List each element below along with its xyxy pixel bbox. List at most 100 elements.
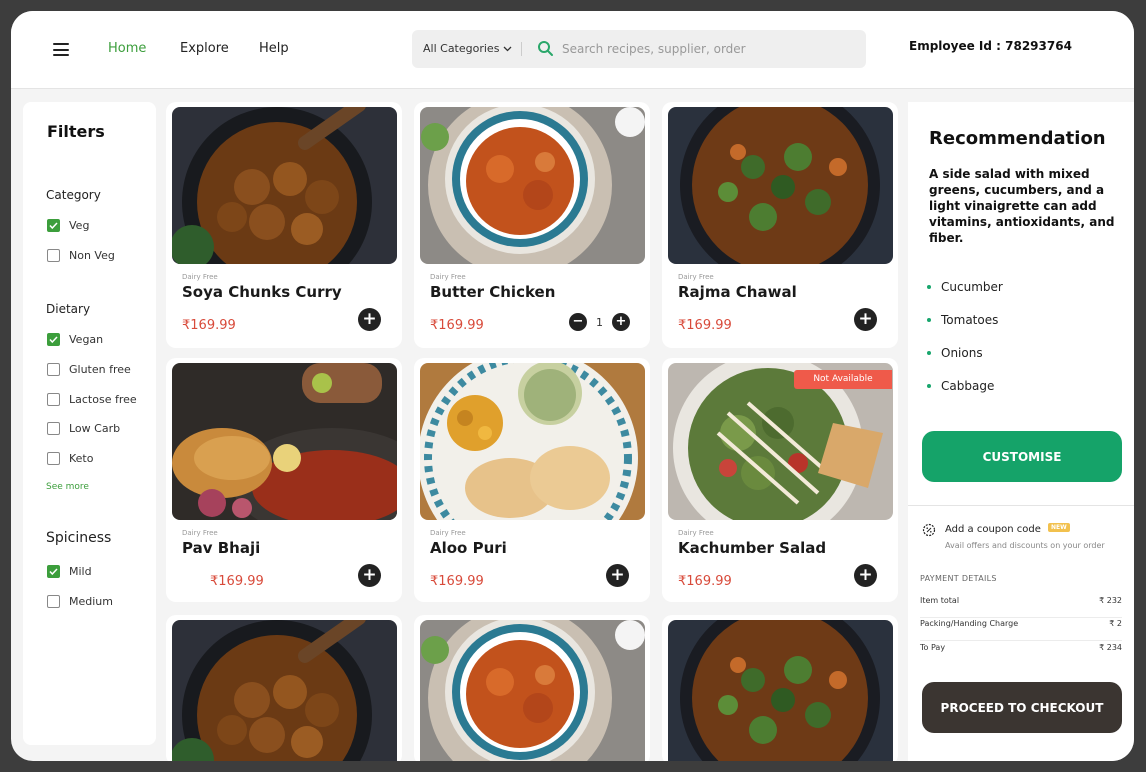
payment-details-heading: PAYMENT DETAILS: [920, 574, 997, 583]
checkbox-icon[interactable]: [47, 595, 60, 608]
payment-row-packing: Packing/Handing Charge ₹ 2: [920, 619, 1122, 641]
add-to-cart-button[interactable]: +: [854, 564, 877, 587]
search-input[interactable]: [562, 39, 852, 59]
product-price: ₹169.99: [182, 318, 236, 333]
filters-panel: Filters Category Veg Non Veg Dietary Veg…: [23, 102, 156, 745]
category-heading: Category: [46, 188, 101, 202]
nav-home[interactable]: Home: [108, 41, 146, 56]
checkbox-checked-icon[interactable]: [47, 219, 60, 232]
product-card-aloo-puri[interactable]: Dairy Free Aloo Puri ₹169.99 +: [414, 358, 650, 602]
recommendation-item: Tomatoes: [927, 313, 998, 327]
add-coupon-link[interactable]: Add a coupon code: [945, 524, 1041, 535]
add-to-cart-button[interactable]: +: [606, 564, 629, 587]
recommendation-panel: Recommendation A side salad with mixed g…: [908, 102, 1134, 761]
not-available-badge: Not Available: [794, 370, 892, 389]
search-divider: [521, 42, 522, 56]
filter-low-carb[interactable]: Low Carb: [47, 422, 120, 435]
food-image: [420, 107, 645, 264]
recommendation-item-label: Onions: [941, 346, 983, 360]
payment-label: Item total: [920, 596, 960, 605]
decrement-button[interactable]: −: [569, 313, 587, 331]
bullet-icon: [927, 318, 931, 322]
filter-label: Vegan: [69, 333, 104, 346]
dietary-tag: Dairy Free: [678, 529, 714, 537]
bullet-icon: [927, 351, 931, 355]
product-card[interactable]: [414, 615, 650, 761]
product-price: ₹169.99: [430, 318, 484, 333]
product-card-rajma-chawal[interactable]: Dairy Free Rajma Chawal ₹169.99 +: [662, 102, 898, 348]
product-name: Rajma Chawal: [678, 283, 797, 301]
quantity-stepper[interactable]: − 1 +: [569, 313, 630, 331]
filter-non-veg[interactable]: Non Veg: [47, 249, 115, 262]
filter-medium[interactable]: Medium: [47, 595, 113, 608]
nav-help[interactable]: Help: [259, 41, 289, 56]
payment-value: ₹ 2: [1109, 619, 1122, 628]
food-image: [172, 363, 397, 520]
product-card[interactable]: [662, 615, 898, 761]
checkbox-checked-icon[interactable]: [47, 333, 60, 346]
payment-value: ₹ 234: [1099, 643, 1122, 652]
menu-icon[interactable]: [53, 43, 69, 56]
product-name: Butter Chicken: [430, 283, 556, 301]
filter-label: Mild: [69, 565, 92, 578]
filter-label: Non Veg: [69, 249, 115, 262]
filter-lactose-free[interactable]: Lactose free: [47, 393, 137, 406]
payment-value: ₹ 232: [1099, 596, 1122, 605]
customise-button[interactable]: CUSTOMISE: [922, 431, 1122, 482]
recommendation-text: A side salad with mixed greens, cucumber…: [929, 167, 1115, 245]
checkbox-icon[interactable]: [47, 422, 60, 435]
bullet-icon: [927, 285, 931, 289]
product-price: ₹169.99: [678, 318, 732, 333]
proceed-to-checkout-button[interactable]: PROCEED TO CHECKOUT: [922, 682, 1122, 733]
recommendation-item: Cucumber: [927, 280, 1003, 294]
recommendation-title: Recommendation: [929, 128, 1106, 149]
recommendation-item-label: Cucumber: [941, 280, 1003, 294]
search-bar: All Categories: [412, 30, 866, 68]
payment-label: To Pay: [920, 643, 946, 652]
filter-vegan[interactable]: Vegan: [47, 333, 103, 346]
food-image: [172, 620, 397, 761]
filter-label: Lactose free: [69, 393, 137, 406]
product-name: Soya Chunks Curry: [182, 283, 342, 301]
add-to-cart-button[interactable]: +: [358, 564, 381, 587]
dietary-tag: Dairy Free: [430, 529, 466, 537]
food-image: [172, 107, 397, 264]
dietary-tag: Dairy Free: [182, 529, 218, 537]
filter-mild[interactable]: Mild: [47, 565, 92, 578]
add-to-cart-button[interactable]: +: [358, 308, 381, 331]
nav-explore[interactable]: Explore: [180, 41, 229, 56]
filter-label: Medium: [69, 595, 113, 608]
filter-gluten-free[interactable]: Gluten free: [47, 363, 131, 376]
filter-label: Low Carb: [69, 422, 121, 435]
dietary-tag: Dairy Free: [678, 273, 714, 281]
recommendation-item: Cabbage: [927, 379, 994, 393]
payment-label: Packing/Handing Charge: [920, 619, 1019, 628]
product-card-kachumber-salad[interactable]: Not Available Dairy Free Kachumber Salad…: [662, 358, 898, 602]
filter-keto[interactable]: Keto: [47, 452, 93, 465]
spiciness-heading: Spiciness: [46, 530, 112, 546]
add-to-cart-button[interactable]: +: [854, 308, 877, 331]
see-more-link[interactable]: See more: [46, 482, 89, 492]
increment-button[interactable]: +: [612, 313, 630, 331]
coupon-icon: [922, 523, 936, 537]
checkbox-checked-icon[interactable]: [47, 565, 60, 578]
product-name: Aloo Puri: [430, 539, 507, 557]
category-dropdown[interactable]: All Categories: [423, 42, 512, 55]
checkbox-icon[interactable]: [47, 393, 60, 406]
checkbox-icon[interactable]: [47, 363, 60, 376]
product-name: Pav Bhaji: [182, 539, 261, 557]
checkbox-icon[interactable]: [47, 452, 60, 465]
filter-veg[interactable]: Veg: [47, 219, 89, 232]
recommendation-item: Onions: [927, 346, 983, 360]
employee-id: Employee Id : 78293764: [909, 39, 1072, 53]
product-card[interactable]: [166, 615, 402, 761]
product-card-pav-bhaji[interactable]: Dairy Free Pav Bhaji ₹169.99 +: [166, 358, 402, 602]
product-card-butter-chicken[interactable]: Dairy Free Butter Chicken ₹169.99 − 1 +: [414, 102, 650, 348]
payment-row-item-total: Item total ₹ 232: [920, 596, 1122, 618]
divider: [908, 505, 1134, 506]
checkbox-icon[interactable]: [47, 249, 60, 262]
bullet-icon: [927, 384, 931, 388]
filter-label: Keto: [69, 452, 94, 465]
product-card-soya-chunks-curry[interactable]: Dairy Free Soya Chunks Curry ₹169.99 +: [166, 102, 402, 348]
food-image: [420, 620, 645, 761]
